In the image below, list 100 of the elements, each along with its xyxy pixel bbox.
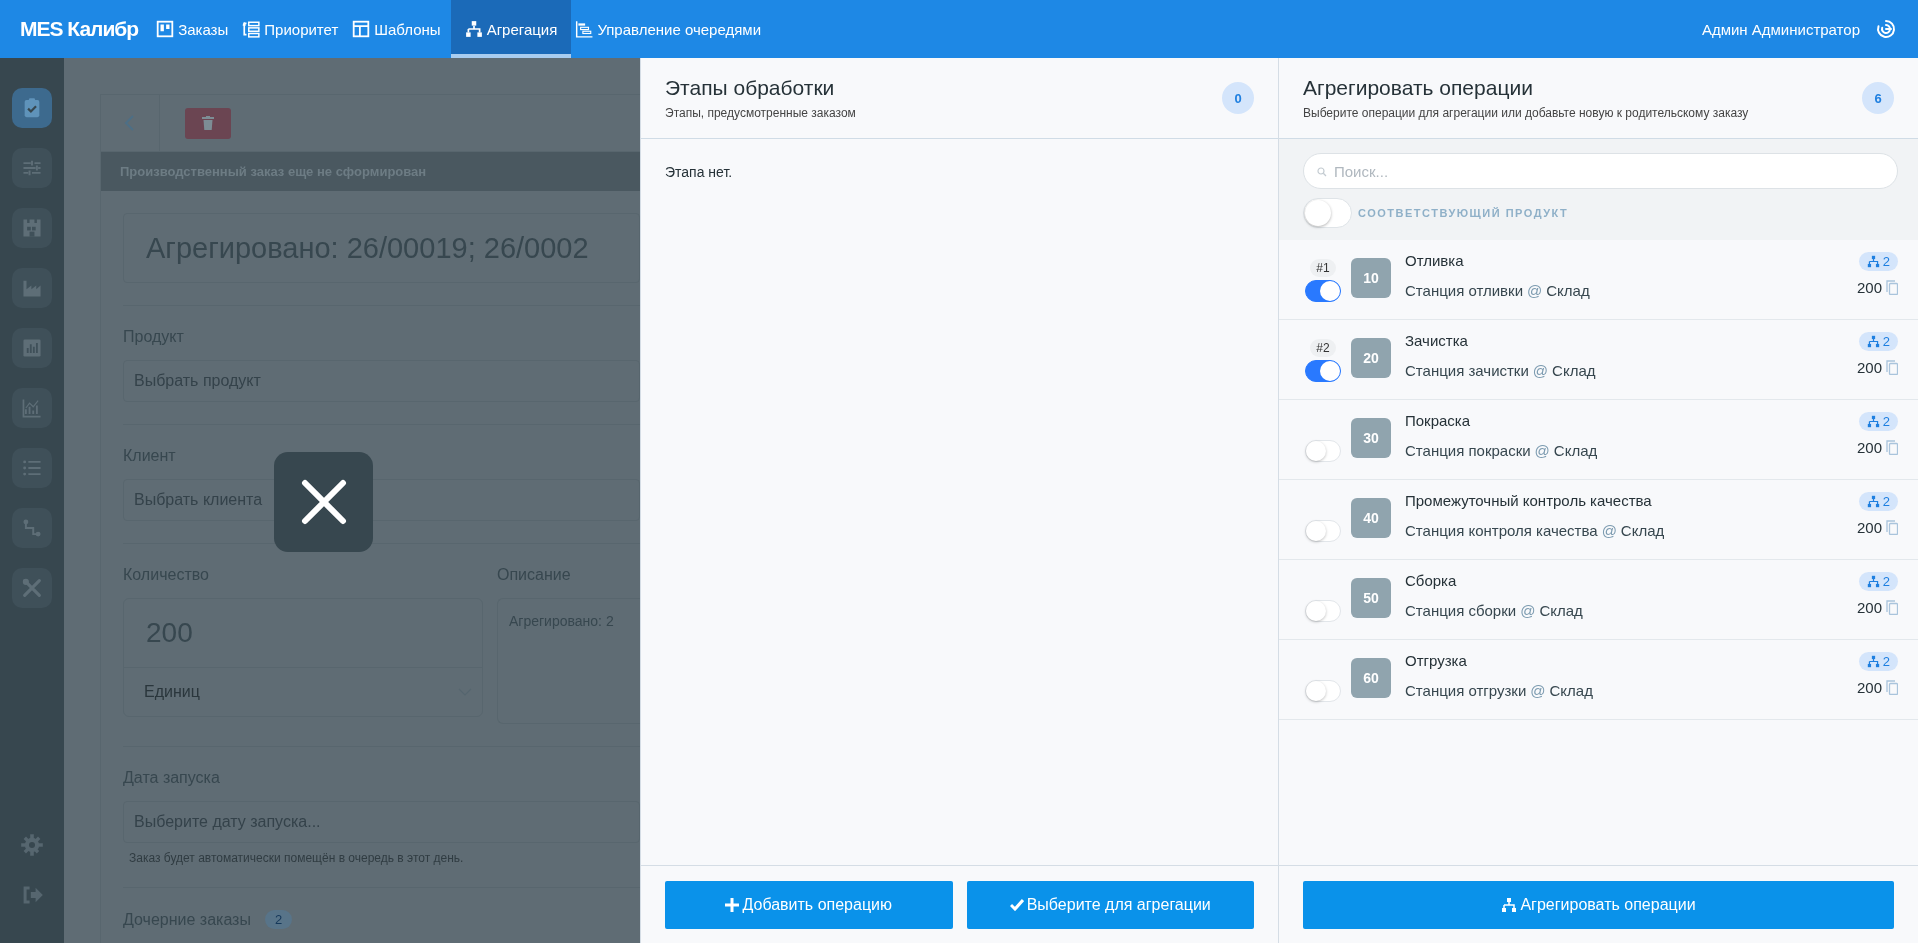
hierarchy-icon xyxy=(1866,495,1880,508)
quantity-text: 200 xyxy=(1856,279,1882,296)
quantity-text: 200 xyxy=(1856,439,1882,456)
sidebar-button[interactable] xyxy=(12,448,52,488)
sidebar-button[interactable] xyxy=(12,508,52,548)
links-count: 2 xyxy=(1882,494,1890,509)
unit-select[interactable]: Единиц xyxy=(124,668,482,716)
copy-icon[interactable] xyxy=(1886,520,1898,535)
operation-row[interactable]: 40 Промежуточный контроль качества Станция контроля качества @ Склад 2 200 xyxy=(1279,480,1918,560)
user-name[interactable]: Админ Администратор xyxy=(1701,20,1860,38)
sidebar-button[interactable] xyxy=(12,568,52,608)
step-number: 50 xyxy=(1351,578,1391,618)
links-count: 2 xyxy=(1882,334,1890,349)
gear-icon[interactable] xyxy=(20,833,44,857)
quantity-text: 200 xyxy=(1856,519,1882,536)
at-sign: @ xyxy=(1530,682,1546,699)
quantity-text: 200 xyxy=(1856,679,1882,696)
operation-row[interactable]: 50 Сборка Станция сборки @ Склад 2 200 xyxy=(1279,560,1918,640)
step-number: 60 xyxy=(1351,658,1391,698)
hierarchy-icon xyxy=(1866,255,1880,268)
check-icon xyxy=(1009,898,1024,911)
add-operation-button[interactable]: Добавить операцию xyxy=(665,880,953,929)
site-name: Склад xyxy=(1539,602,1583,619)
site-name: Склад xyxy=(1549,682,1593,699)
bar-chart-icon xyxy=(21,337,43,359)
swirl-logo-icon[interactable] xyxy=(1876,19,1896,39)
nav-tab[interactable]: Шаблоны xyxy=(348,0,451,58)
step-number: 40 xyxy=(1351,498,1391,538)
delete-button[interactable] xyxy=(185,107,231,139)
toggle-switch[interactable] xyxy=(1305,360,1341,382)
empty-message: Этапа нет. xyxy=(665,164,734,180)
station-name: Станция контроля качества xyxy=(1405,522,1598,539)
trash-icon xyxy=(202,116,214,130)
sidebar-button[interactable] xyxy=(12,88,52,128)
count-badge: 6 xyxy=(1862,82,1894,114)
app-logo[interactable]: MES Калибр xyxy=(20,17,139,41)
operation-name: Промежуточный контроль качества xyxy=(1405,492,1653,509)
toggle-switch[interactable] xyxy=(1305,280,1341,302)
list-icon xyxy=(21,457,43,479)
copy-icon[interactable] xyxy=(1886,360,1898,375)
operation-row[interactable]: 30 Покраска Станция покраски @ Склад 2 200 xyxy=(1279,400,1918,480)
links-count: 2 xyxy=(1882,254,1890,269)
sidebar-button[interactable] xyxy=(12,328,52,368)
panel-title: Этапы обработки xyxy=(665,76,836,100)
at-sign: @ xyxy=(1532,362,1549,379)
operation-name: Покраска xyxy=(1405,412,1472,429)
filter-label: СООТВЕТСТВУЮЩИЙ ПРОДУКТ xyxy=(1358,207,1569,219)
panel-title: Агрегировать операции xyxy=(1303,76,1534,100)
copy-icon[interactable] xyxy=(1886,440,1898,455)
operation-row[interactable]: #1 10 Отливка Станция отливки @ Склад 2 200 xyxy=(1279,240,1918,320)
at-sign: @ xyxy=(1527,282,1543,299)
site-name: Склад xyxy=(1552,362,1596,379)
hierarchy-icon xyxy=(464,20,483,38)
operation-row[interactable]: 60 Отгрузка Станция отгрузки @ Склад 2 200 xyxy=(1279,640,1918,720)
sidebar-button[interactable] xyxy=(12,388,52,428)
operation-name: Отгрузка xyxy=(1405,652,1468,669)
station-name: Станция покраски xyxy=(1405,442,1531,459)
select-button[interactable]: Выберите для агрегации xyxy=(966,880,1254,929)
plus-icon xyxy=(725,897,740,912)
copy-icon[interactable] xyxy=(1886,680,1898,695)
operation-name: Отливка xyxy=(1405,252,1465,269)
search-field[interactable]: Поиск... xyxy=(1303,153,1898,189)
order-badge: #1 xyxy=(1310,259,1336,277)
links-count: 2 xyxy=(1882,414,1890,429)
site-name: Склад xyxy=(1553,442,1598,459)
hierarchy-icon xyxy=(1501,896,1518,913)
step-number: 10 xyxy=(1351,258,1391,298)
links-count: 2 xyxy=(1882,574,1890,589)
nav-tab[interactable]: Приоритет xyxy=(238,0,349,58)
nav-tab[interactable]: Управление очередями xyxy=(571,0,772,58)
warehouse-icon xyxy=(21,217,43,239)
operation-name: Зачистка xyxy=(1405,332,1469,349)
station-name: Станция зачистки xyxy=(1405,362,1529,379)
at-sign: @ xyxy=(1601,522,1617,539)
route-icon xyxy=(21,517,43,539)
hierarchy-icon xyxy=(1866,335,1880,348)
aggregate-button[interactable]: Агрегировать операции xyxy=(1303,880,1894,929)
nav-tab[interactable]: Заказы xyxy=(152,0,239,58)
nav-tab[interactable]: Агрегация xyxy=(450,0,572,58)
panel-subtitle: Выберите операции для агрегации или добавьте новую к родительскому заказу xyxy=(1303,106,1749,120)
board-icon xyxy=(156,20,175,38)
order-badge: #2 xyxy=(1310,339,1336,357)
quantity-text: 200 xyxy=(1856,359,1882,376)
priority-list-icon xyxy=(242,20,261,38)
links-count: 2 xyxy=(1882,654,1890,669)
count-badge: 0 xyxy=(1222,82,1254,114)
sidebar-button[interactable] xyxy=(12,268,52,308)
copy-icon[interactable] xyxy=(1886,280,1898,295)
sidebar-button[interactable] xyxy=(12,208,52,248)
operation-row[interactable]: #2 20 Зачистка Станция зачистки @ Склад 2 200 xyxy=(1279,320,1918,400)
tools-icon xyxy=(21,577,43,599)
gantt-icon xyxy=(575,20,594,38)
sidebar-button[interactable] xyxy=(12,148,52,188)
copy-icon[interactable] xyxy=(1886,600,1898,615)
layout-icon xyxy=(352,20,371,38)
station-name: Станция отгрузки xyxy=(1405,682,1527,699)
close-button[interactable] xyxy=(274,452,373,552)
unit-value: Единиц xyxy=(144,683,200,701)
station-name: Станция отливки xyxy=(1405,282,1523,299)
quantity-text: 200 xyxy=(1856,599,1882,616)
